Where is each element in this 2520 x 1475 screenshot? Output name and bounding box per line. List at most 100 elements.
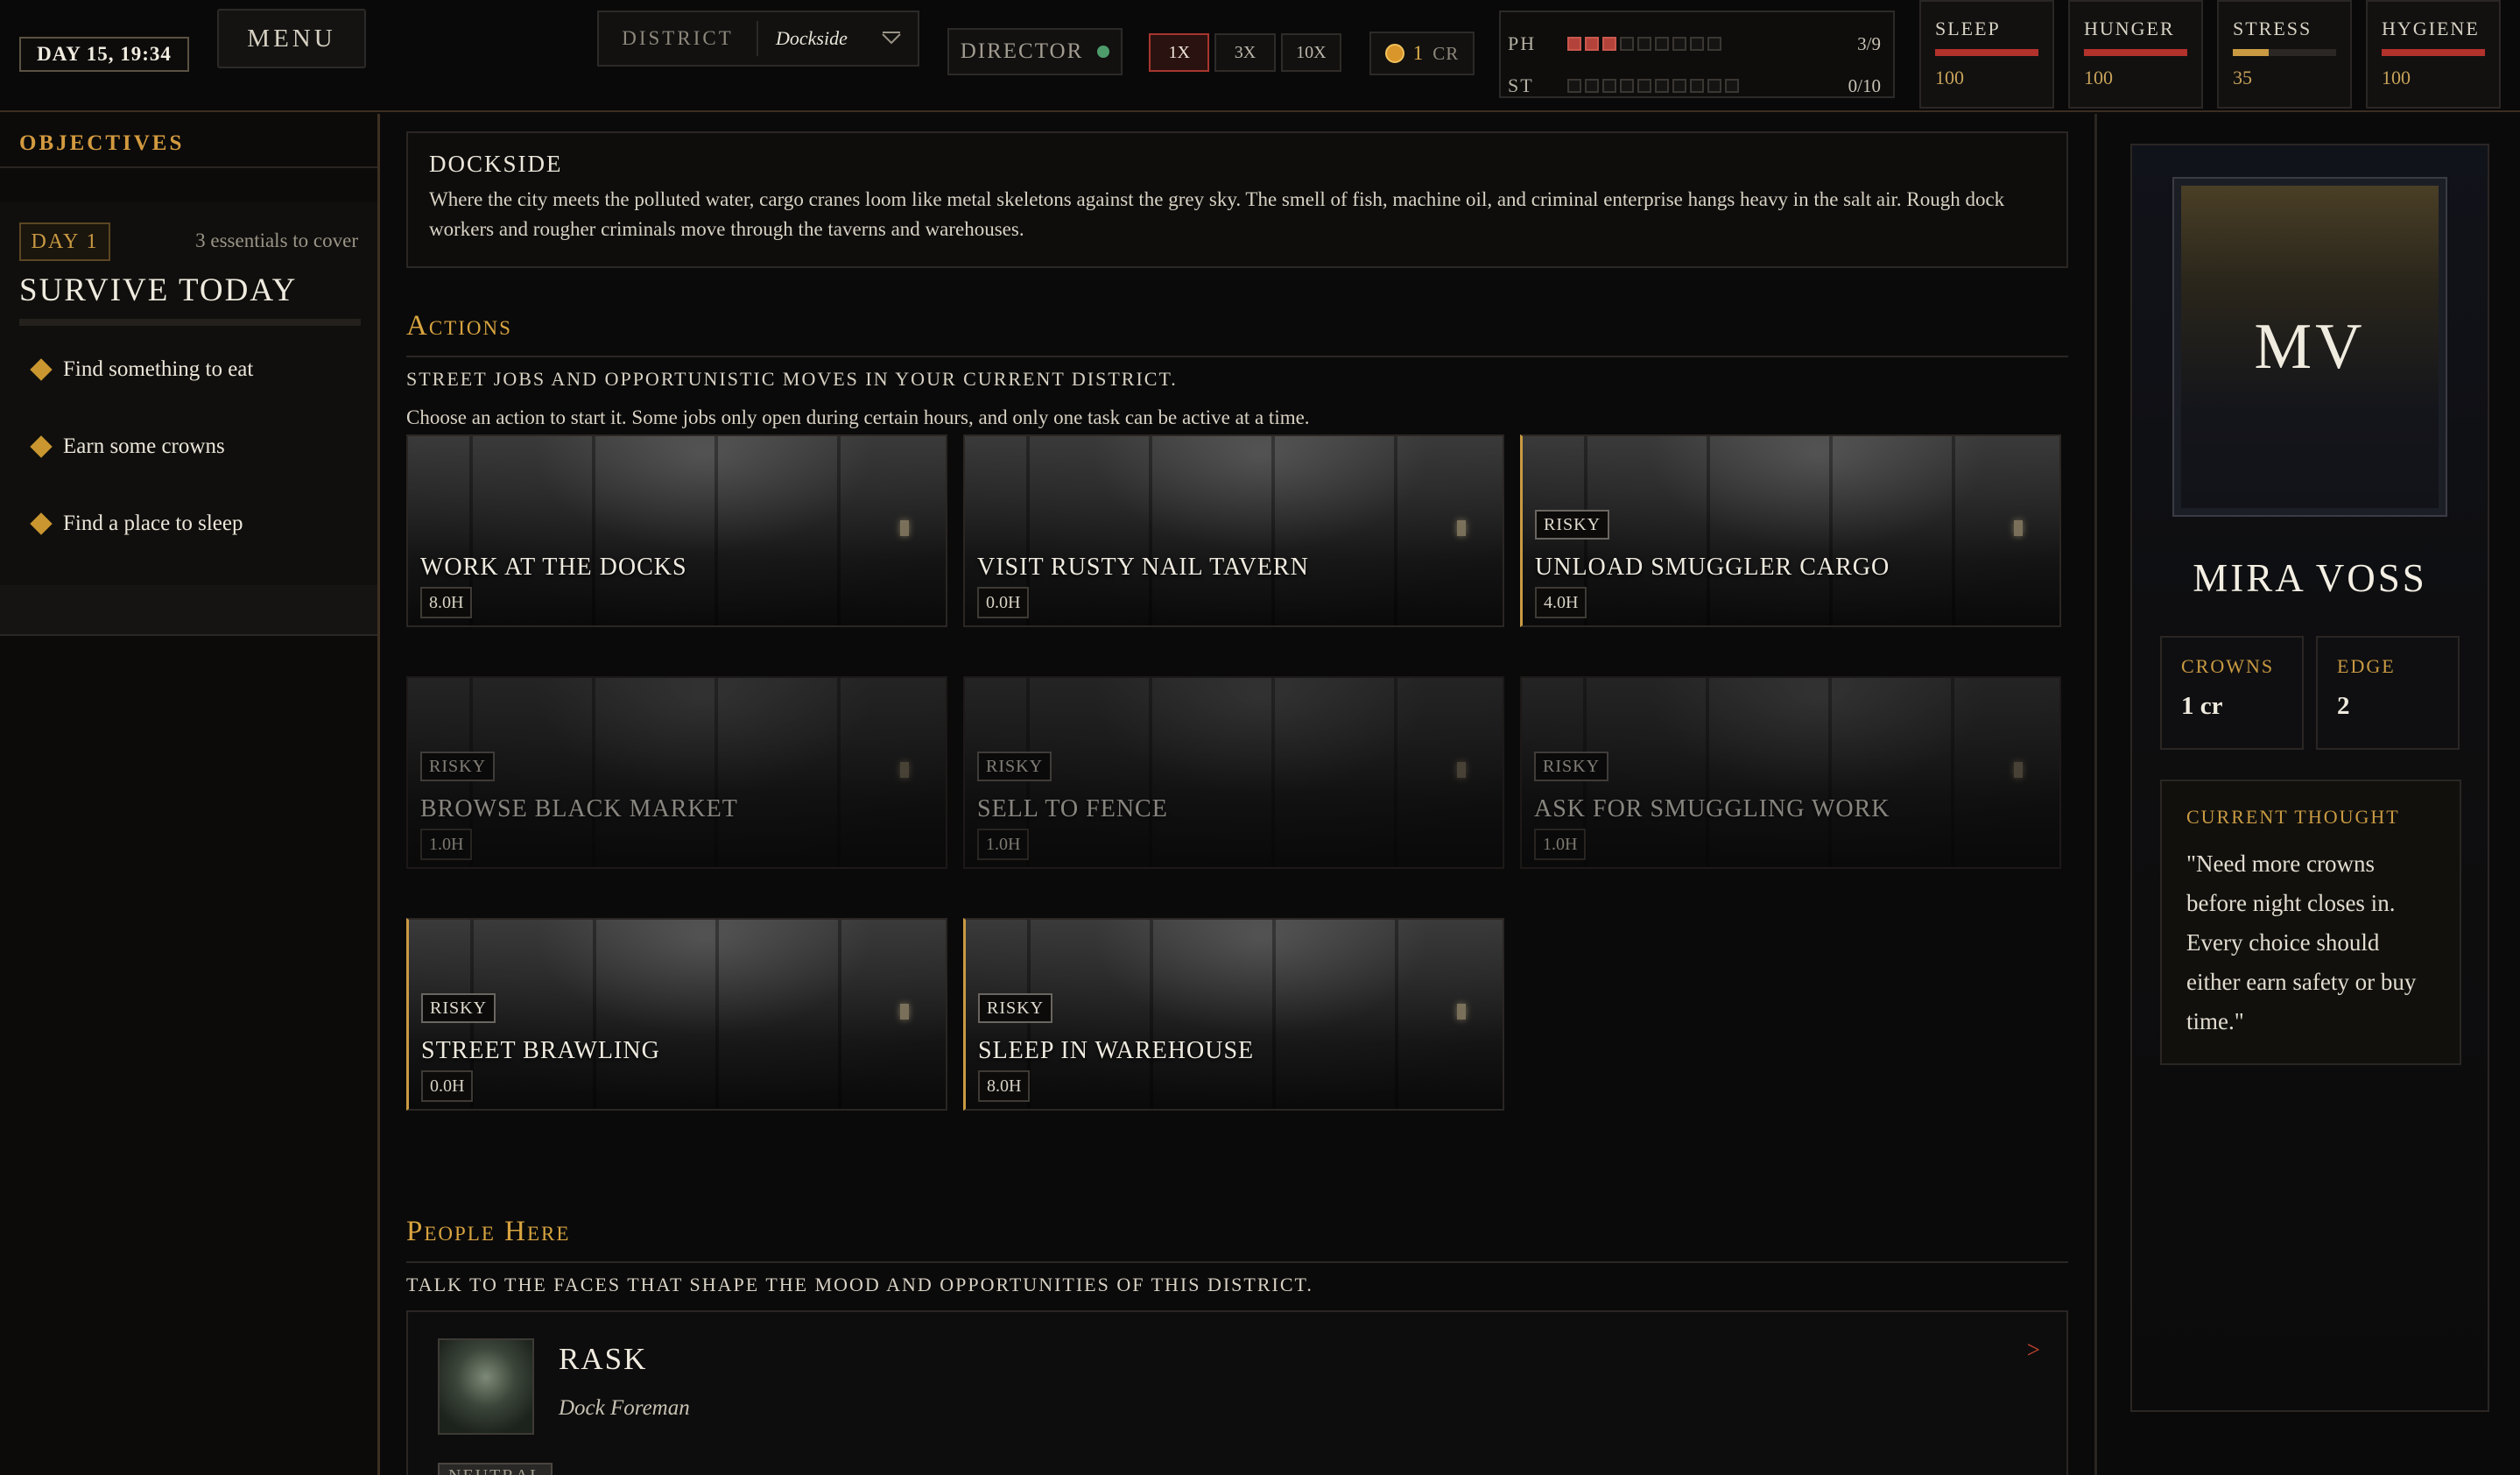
action-hours: 8.0H: [420, 587, 473, 618]
objective-card: [0, 201, 377, 606]
ph-value: 3/9: [1857, 32, 1881, 54]
meter-segment: [1620, 37, 1634, 51]
stat-bar: [2233, 49, 2336, 56]
action-card-unload-cargo[interactable]: RISKY UNLOAD SMUGGLER CARGO 4.0H: [1520, 434, 2061, 627]
risky-badge: RISKY: [421, 993, 496, 1023]
person-portrait: [438, 1338, 534, 1435]
district-label: DISTRICT: [599, 21, 758, 56]
top-bar: DAY 15, 19:34 MENU DISTRICT Dockside DIR…: [0, 0, 2520, 112]
lantern-icon: [1457, 762, 1466, 778]
meter-segment: [1707, 79, 1721, 93]
meter-segment: [1620, 79, 1634, 93]
lantern-icon: [900, 520, 909, 536]
crowns-label: CROWNS: [2181, 655, 2275, 677]
stat-sleep: SLEEP 100: [1919, 0, 2054, 109]
meter-segment: [1655, 37, 1669, 51]
director-toggle[interactable]: DIRECTOR: [947, 28, 1123, 75]
action-hours: 1.0H: [977, 829, 1030, 860]
objective-item-label: Find a place to sleep: [63, 512, 243, 535]
character-card: MV MIRA VOSS CROWNS 1 cr EDGE 2 CURRENT …: [2130, 144, 2489, 1412]
action-card-black-market[interactable]: RISKY BROWSE BLACK MARKET 1.0H: [406, 676, 947, 869]
stat-value: 100: [1935, 67, 1964, 88]
thought-label: CURRENT THOUGHT: [2186, 806, 2400, 828]
stat-name: SLEEP: [1935, 18, 2001, 39]
objective-item: Find a place to sleep: [30, 512, 243, 536]
stat-value: 100: [2382, 67, 2411, 88]
ph-segments: [1567, 37, 1721, 51]
menu-button[interactable]: MENU: [217, 9, 366, 68]
district-selector[interactable]: DISTRICT Dockside: [597, 11, 919, 67]
action-card-sell-to-fence[interactable]: RISKY SELL TO FENCE 1.0H: [963, 676, 1504, 869]
stat-name: HUNGER: [2084, 18, 2175, 39]
essentials-count: 3 essentials to cover: [195, 229, 358, 251]
action-hours: 1.0H: [1534, 829, 1587, 860]
person-card-rask[interactable]: RASK Dock Foreman > NEUTRAL: [406, 1310, 2068, 1475]
stat-bar: [2084, 49, 2187, 56]
meter-segment: [1725, 79, 1739, 93]
lantern-icon: [2014, 762, 2023, 778]
action-card-street-brawling[interactable]: RISKY STREET BRAWLING 0.0H: [406, 918, 947, 1111]
action-card-smuggling-work[interactable]: RISKY ASK FOR SMUGGLING WORK 1.0H: [1520, 676, 2061, 869]
action-title: SELL TO FENCE: [977, 795, 1168, 822]
meter-segment: [1655, 79, 1669, 93]
action-hours: 1.0H: [420, 829, 473, 860]
stat-value: 100: [2084, 67, 2113, 88]
action-title: UNLOAD SMUGGLER CARGO: [1535, 554, 1890, 581]
chevron-right-icon[interactable]: >: [2027, 1337, 2040, 1364]
stat-hunger: HUNGER 100: [2068, 0, 2203, 109]
ph-st-meters: PH 3/9 ST 0/10: [1499, 11, 1895, 98]
avatar-initials: MV: [2181, 186, 2439, 508]
objective-item-label: Earn some crowns: [63, 434, 225, 458]
avatar: MV: [2172, 177, 2447, 517]
director-label: DIRECTOR: [960, 39, 1084, 63]
stat-bar-fill: [2382, 49, 2485, 56]
objective-item-label: Find something to eat: [63, 357, 254, 381]
district-value: Dockside: [776, 27, 848, 49]
objectives-panel: OBJECTIVES DAY 1 3 essentials to cover S…: [0, 114, 380, 1475]
lantern-icon: [900, 762, 909, 778]
action-hours: 8.0H: [978, 1070, 1031, 1102]
location-title: DOCKSIDE: [429, 151, 563, 177]
main-content: DOCKSIDE Where the city meets the pollut…: [384, 114, 2091, 1475]
meter-segment: [1585, 79, 1599, 93]
day-tag: DAY 1: [19, 222, 110, 261]
action-hours: 0.0H: [421, 1070, 474, 1102]
lantern-icon: [900, 1004, 909, 1020]
speed-1x-button[interactable]: 1X: [1149, 33, 1210, 72]
stat-bar-fill: [2084, 49, 2187, 56]
people-divider: [406, 1261, 2068, 1263]
ph-label: PH: [1508, 32, 1537, 54]
stat-bar: [2382, 49, 2485, 56]
action-card-visit-tavern[interactable]: VISIT RUSTY NAIL TAVERN 0.0H: [963, 434, 1504, 627]
actions-note: Choose an action to start it. Some jobs …: [406, 406, 1310, 428]
risky-badge: RISKY: [420, 752, 496, 781]
action-card-work-at-docks[interactable]: WORK AT THE DOCKS 8.0H: [406, 434, 947, 627]
lantern-icon: [1457, 520, 1466, 536]
speed-10x-button[interactable]: 10X: [1280, 33, 1341, 72]
stat-stress: STRESS 35: [2217, 0, 2352, 109]
crowns-count: 1: [1412, 42, 1425, 64]
objective-item: Earn some crowns: [30, 434, 225, 459]
objective-item: Find something to eat: [30, 357, 254, 382]
actions-heading: Actions: [406, 310, 512, 342]
risky-badge: RISKY: [1534, 752, 1609, 781]
lantern-icon: [2014, 520, 2023, 536]
person-name: RASK: [559, 1342, 648, 1376]
action-card-sleep-warehouse[interactable]: RISKY SLEEP IN WAREHOUSE 8.0H: [963, 918, 1504, 1111]
actions-divider: [406, 356, 2068, 357]
diamond-bullet-icon: [30, 435, 53, 458]
speed-3x-button[interactable]: 3X: [1214, 33, 1276, 72]
st-label: ST: [1508, 74, 1534, 96]
action-title: STREET BRAWLING: [421, 1037, 660, 1064]
edge-label: EDGE: [2337, 655, 2396, 677]
stat-bar-fill: [1935, 49, 2038, 56]
stat-value: 35: [2233, 67, 2252, 88]
stat-hygiene: HYGIENE 100: [2366, 0, 2501, 109]
stat-bar: [1935, 49, 2038, 56]
stat-bar-fill: [2233, 49, 2270, 56]
crowns-unit: CR: [1432, 42, 1460, 64]
st-segments: [1567, 79, 1739, 93]
character-name: MIRA VOSS: [2193, 556, 2427, 600]
character-panel: MV MIRA VOSS CROWNS 1 cr EDGE 2 CURRENT …: [2094, 114, 2520, 1475]
people-heading: People Here: [406, 1216, 571, 1247]
